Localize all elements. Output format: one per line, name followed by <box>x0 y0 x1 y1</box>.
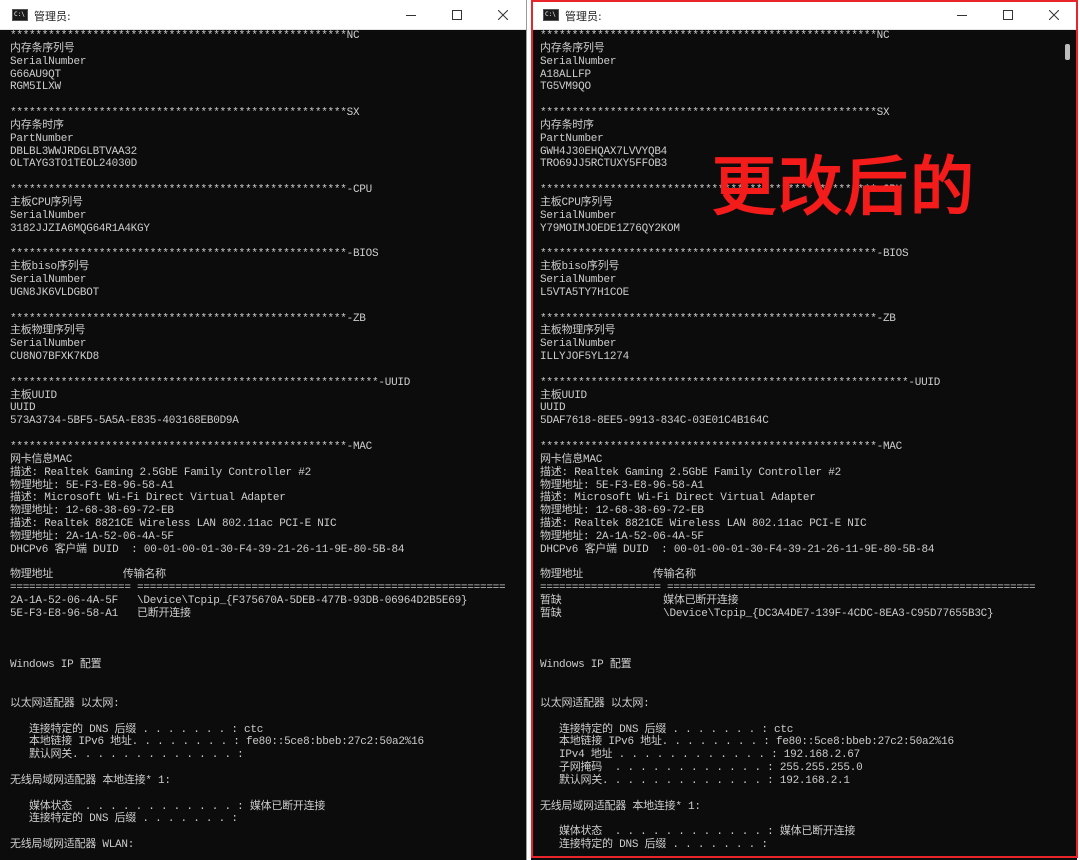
maximize-icon <box>1003 10 1013 20</box>
right-minimize-button[interactable] <box>939 0 985 30</box>
right-title-bar[interactable]: 管理员: <box>531 0 1077 30</box>
minimize-icon <box>957 15 967 16</box>
right-close-button[interactable] <box>1031 0 1077 30</box>
right-scrollbar-thumb[interactable] <box>1065 44 1070 60</box>
cmd-icon <box>12 9 28 21</box>
left-console-output[interactable]: ****************************************… <box>0 30 506 860</box>
left-title-bar[interactable]: 管理员: <box>0 0 526 30</box>
left-scrollbar[interactable] <box>506 30 526 860</box>
left-console-window: 管理员: ***********************************… <box>0 0 527 860</box>
close-icon <box>498 10 508 20</box>
minimize-icon <box>406 15 416 16</box>
right-console-window: 管理员: ***********************************… <box>531 0 1077 860</box>
right-maximize-button[interactable] <box>985 0 1031 30</box>
left-minimize-button[interactable] <box>388 0 434 30</box>
annotation-label: 更改后的 <box>712 151 976 225</box>
right-window-title: 管理员: <box>565 10 602 23</box>
left-window-title: 管理员: <box>34 10 71 23</box>
right-scrollbar[interactable] <box>1057 30 1077 860</box>
left-window-controls <box>388 0 526 30</box>
left-maximize-button[interactable] <box>434 0 480 30</box>
left-console-text: ****************************************… <box>10 30 506 852</box>
close-icon <box>1049 10 1059 20</box>
right-window-controls <box>939 0 1077 30</box>
cmd-icon <box>543 9 559 21</box>
left-close-button[interactable] <box>480 0 526 30</box>
maximize-icon <box>452 10 462 20</box>
